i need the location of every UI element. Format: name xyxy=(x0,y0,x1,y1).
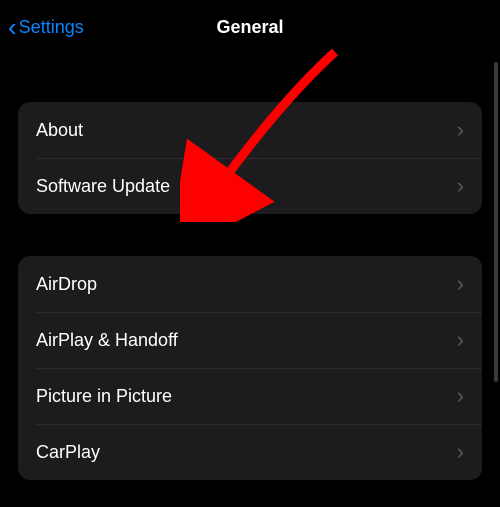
row-label: About xyxy=(36,120,83,141)
row-about[interactable]: About › xyxy=(18,102,482,158)
settings-group-2: AirDrop › AirPlay & Handoff › Picture in… xyxy=(18,256,482,480)
row-label: CarPlay xyxy=(36,442,100,463)
back-button-label: Settings xyxy=(19,17,84,38)
chevron-right-icon: › xyxy=(457,119,464,141)
back-button[interactable]: ‹ Settings xyxy=(8,14,84,40)
chevron-right-icon: › xyxy=(457,441,464,463)
row-software-update[interactable]: Software Update › xyxy=(18,158,482,214)
row-label: Picture in Picture xyxy=(36,386,172,407)
row-label: Software Update xyxy=(36,176,170,197)
row-airplay-handoff[interactable]: AirPlay & Handoff › xyxy=(18,312,482,368)
row-carplay[interactable]: CarPlay › xyxy=(18,424,482,480)
row-label: AirPlay & Handoff xyxy=(36,330,178,351)
chevron-right-icon: › xyxy=(457,329,464,351)
content-area: About › Software Update › AirDrop › AirP… xyxy=(0,102,500,480)
chevron-right-icon: › xyxy=(457,273,464,295)
chevron-right-icon: › xyxy=(457,175,464,197)
scrollbar[interactable] xyxy=(494,62,498,382)
row-label: AirDrop xyxy=(36,274,97,295)
navigation-bar: ‹ Settings General xyxy=(0,0,500,54)
chevron-right-icon: › xyxy=(457,385,464,407)
page-title: General xyxy=(216,17,283,38)
row-airdrop[interactable]: AirDrop › xyxy=(18,256,482,312)
settings-group-1: About › Software Update › xyxy=(18,102,482,214)
chevron-left-icon: ‹ xyxy=(8,14,17,40)
row-picture-in-picture[interactable]: Picture in Picture › xyxy=(18,368,482,424)
